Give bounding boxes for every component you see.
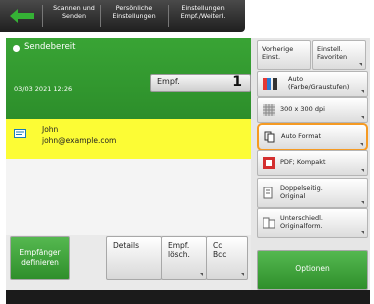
file-format-button[interactable]: Auto Format xyxy=(257,123,368,151)
destination-label: Empf. xyxy=(157,77,180,86)
resolution-icon xyxy=(263,104,275,116)
status-area: Sendebereit 03/03 2021 12:26 Empf. 1 xyxy=(6,38,251,123)
list-item[interactable]: John john@example.com xyxy=(6,119,251,159)
tab-scan-send[interactable]: Scannen und Senden xyxy=(50,4,98,20)
contact-email: john@example.com xyxy=(42,136,117,145)
chevron-down-icon xyxy=(361,231,364,234)
details-button[interactable]: Details xyxy=(106,236,162,280)
previous-settings-button[interactable]: Vorherige Einst. xyxy=(257,40,311,70)
color-mode-button[interactable]: Auto (Farbe/Graustufen) xyxy=(257,71,368,97)
chevron-down-icon xyxy=(361,201,364,204)
status-indicator-icon xyxy=(13,45,20,52)
status-text: Sendebereit xyxy=(24,42,76,52)
different-sizes-button[interactable]: Unterschiedl. Originalform. xyxy=(257,208,368,238)
chevron-down-icon xyxy=(359,63,362,66)
destination-count: 1 xyxy=(232,74,242,90)
resolution-button[interactable]: 300 x 300 dpi xyxy=(257,97,368,123)
chevron-down-icon xyxy=(361,169,364,172)
chevron-down-icon xyxy=(361,116,364,119)
cc-bcc-button[interactable]: Cc Bcc xyxy=(206,236,248,280)
pdf-compact-button[interactable]: PDF; Kompakt xyxy=(257,150,368,176)
chevron-down-icon xyxy=(200,273,203,276)
chevron-down-icon xyxy=(361,90,364,93)
duplex-original-button[interactable]: Doppelseitig. Original xyxy=(257,178,368,208)
file-format-icon xyxy=(264,131,275,143)
tab-receive-forward-settings[interactable]: Einstellungen Empf./Weiterl. xyxy=(172,4,234,20)
chevron-down-icon xyxy=(241,273,244,276)
delete-recipient-button[interactable]: Empf. lösch. xyxy=(161,236,207,280)
chevron-down-icon xyxy=(360,143,363,146)
datetime: 03/03 2021 12:26 xyxy=(14,85,73,93)
options-button[interactable]: Optionen xyxy=(257,250,368,290)
bottom-bar xyxy=(6,290,370,304)
tab-bar: Scannen und Senden Persönliche Einstellu… xyxy=(0,0,245,32)
favorites-button[interactable]: Einstell. Favoriten xyxy=(312,40,366,70)
duplex-icon xyxy=(263,187,273,199)
pdf-icon xyxy=(263,157,275,169)
back-arrow-icon[interactable] xyxy=(10,9,34,23)
divider xyxy=(42,5,43,27)
divider xyxy=(168,5,169,27)
contact-name: John xyxy=(42,125,59,134)
tab-personal-settings[interactable]: Persönliche Einstellungen xyxy=(104,4,164,20)
color-mode-icon xyxy=(263,78,277,90)
divider xyxy=(100,5,101,27)
contact-card-icon xyxy=(14,129,26,138)
different-sizes-icon xyxy=(263,217,275,229)
destination-count-box: Empf. 1 xyxy=(150,74,251,92)
top-bar: Scannen und Senden Persönliche Einstellu… xyxy=(0,0,374,38)
define-recipient-button[interactable]: Empfänger definieren xyxy=(10,236,70,280)
